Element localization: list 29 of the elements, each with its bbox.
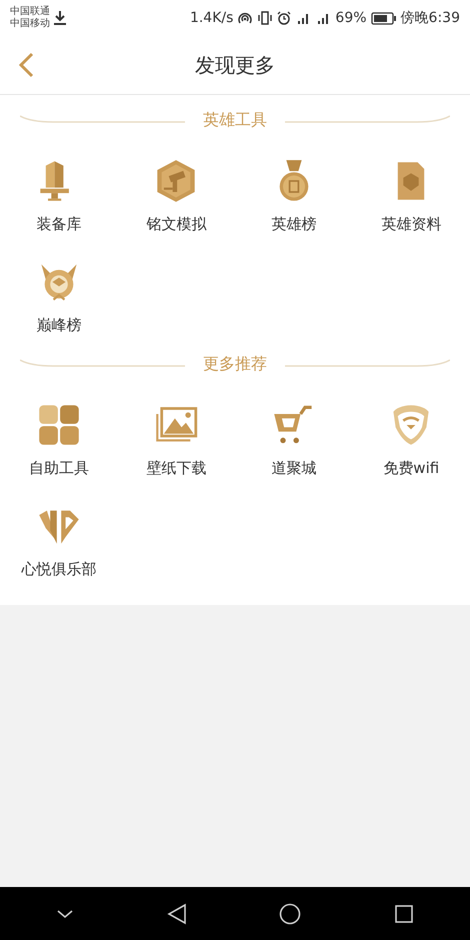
tool-item[interactable]: 巅峰榜 [0,254,118,341]
hotspot-icon [237,11,254,25]
grid-icon [36,403,81,447]
home-circle-icon[interactable] [279,902,302,924]
back-triangle-icon[interactable] [166,902,187,924]
network-speed: 1.4K/s [190,10,234,26]
carrier-name: 中国移动 [10,18,50,30]
tool-item[interactable]: 铭文模拟 [118,153,235,240]
section-title: 更多推荐 [203,354,267,374]
alarm-icon [277,11,292,25]
tool-item[interactable]: 装备库 [0,153,118,240]
tool-item[interactable]: 自助工具 [0,397,118,484]
tool-item[interactable]: 心悦俱乐部 [0,498,118,585]
carrier-name: 中国联通 [10,6,50,18]
chevron-down-icon[interactable] [56,908,74,918]
recents-square-icon[interactable] [394,904,414,924]
download-icon [54,11,66,25]
tool-item[interactable]: 英雄榜 [235,153,352,240]
section-title: 英雄工具 [203,110,267,130]
vibrate-icon [257,11,274,25]
battery-icon [370,12,397,24]
battery-percent: 69% [335,10,367,26]
page-title: 发现更多 [195,52,275,78]
tool-item[interactable]: 道聚城 [235,397,352,484]
back-icon [18,52,34,78]
tool-item[interactable]: 英雄资料 [352,153,470,240]
tool-item[interactable]: 免费wifi [352,397,470,484]
tool-item[interactable]: 壁纸下载 [118,397,235,484]
clock: 傍晚6:39 [400,9,460,27]
